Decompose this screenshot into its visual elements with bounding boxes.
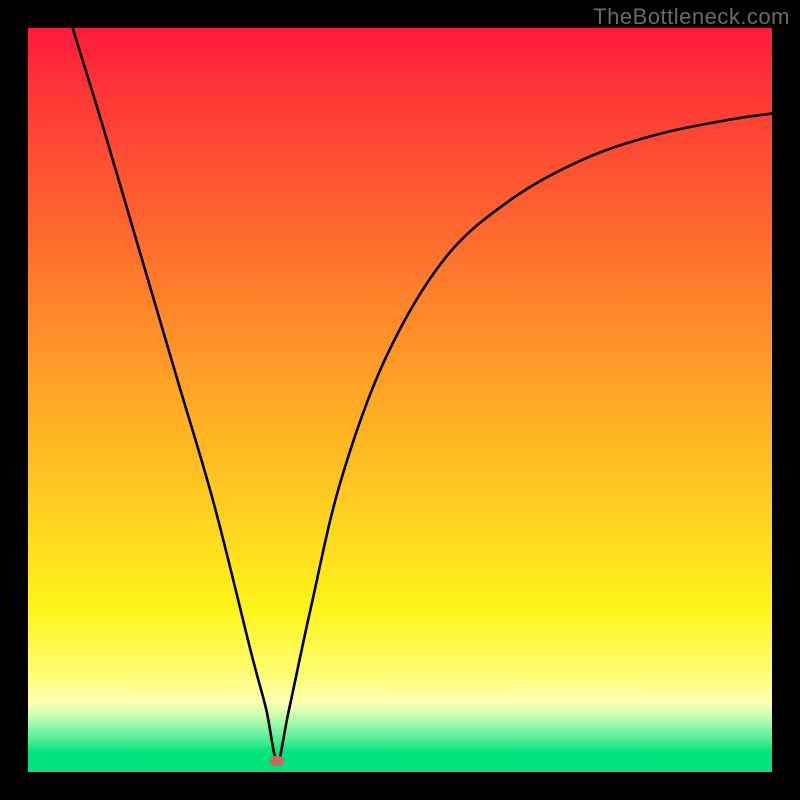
- bottleneck-curve: [73, 28, 772, 761]
- optimum-marker: [270, 756, 284, 766]
- watermark-text: TheBottleneck.com: [593, 4, 790, 30]
- curve-svg: [28, 28, 772, 772]
- plot-area: [28, 28, 772, 772]
- chart-frame: TheBottleneck.com: [0, 0, 800, 800]
